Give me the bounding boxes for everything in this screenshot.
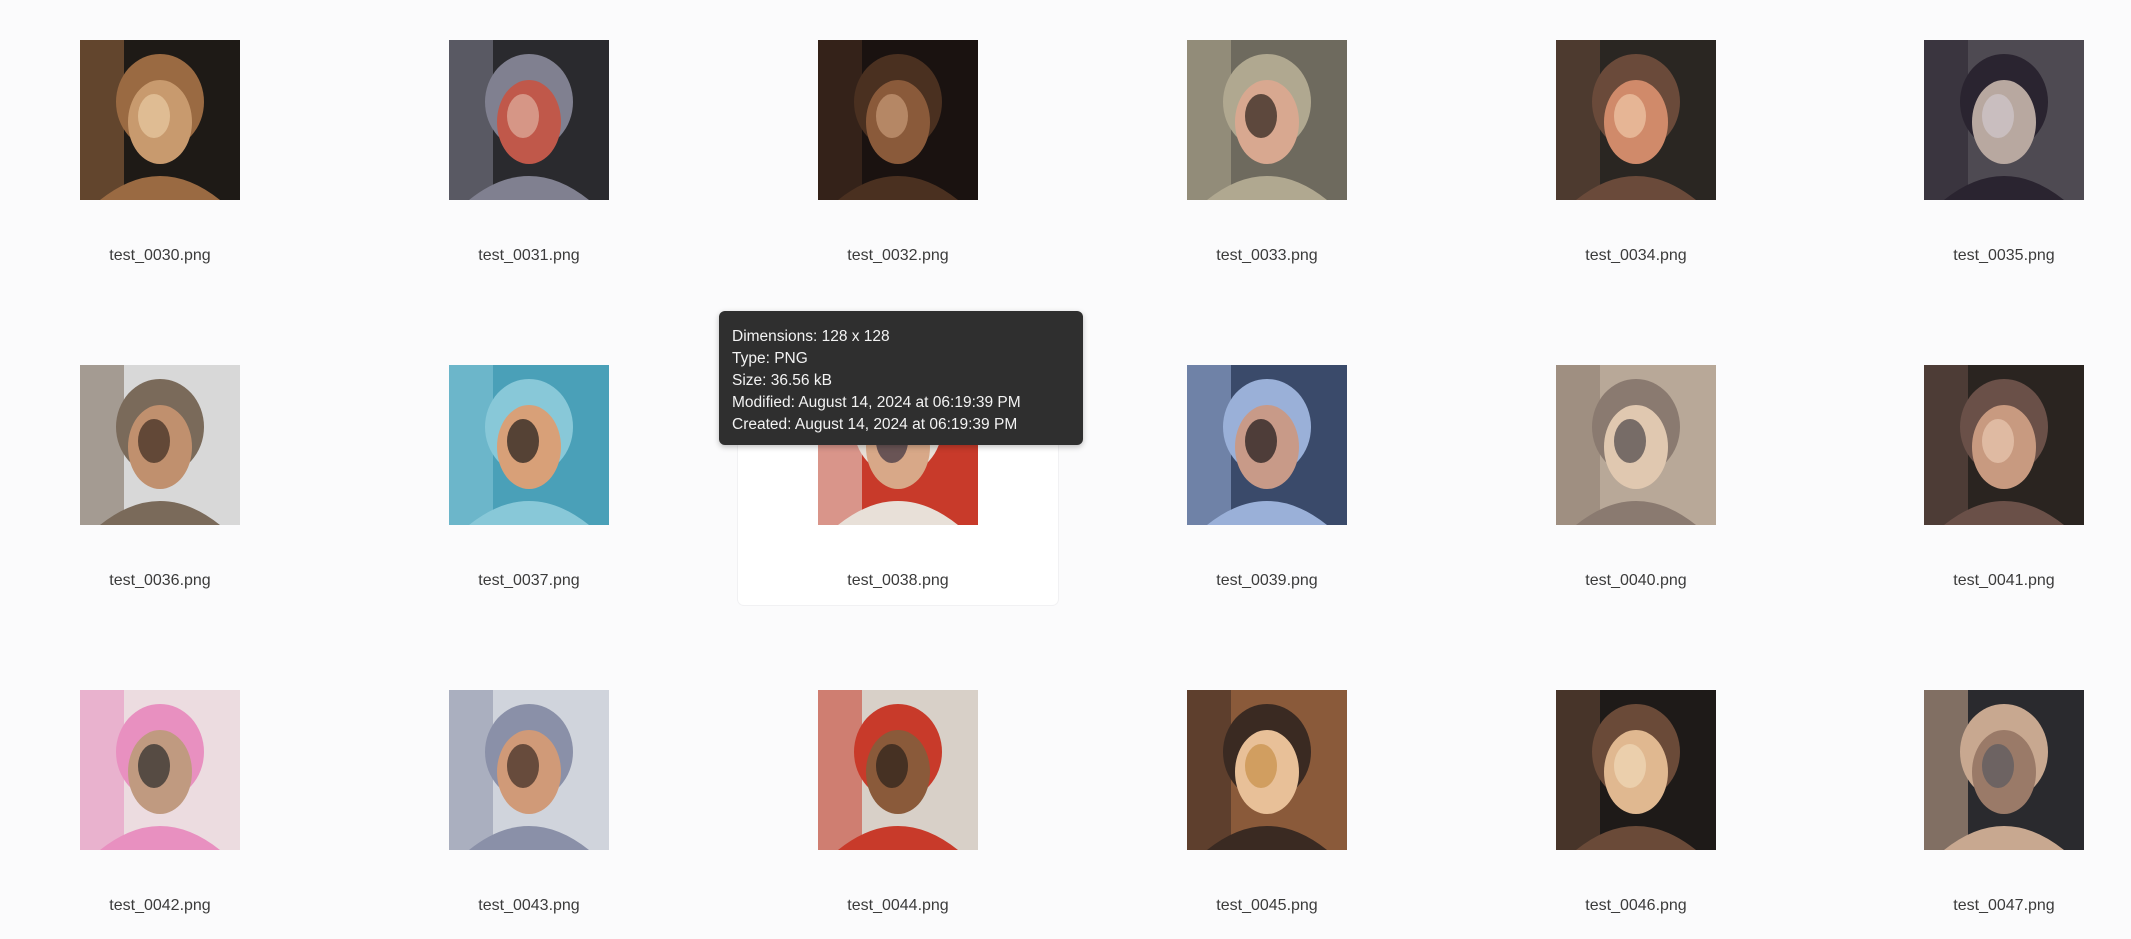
file-item[interactable]: test_0030.png <box>0 0 320 280</box>
file-name: test_0036.png <box>109 572 211 589</box>
tooltip-created: Created: August 14, 2024 at 06:19:39 PM <box>732 416 1018 433</box>
file-name: test_0039.png <box>1216 572 1318 589</box>
tooltip-size: Size: 36.56 kB <box>732 372 832 389</box>
file-name: test_0031.png <box>478 247 580 264</box>
file-name: test_0045.png <box>1216 897 1318 914</box>
file-item[interactable]: test_0039.png <box>1107 325 1427 605</box>
file-item[interactable]: test_0045.png <box>1107 650 1427 930</box>
file-item[interactable]: test_0044.png <box>738 650 1058 930</box>
file-thumbnail <box>1924 40 2084 200</box>
file-thumbnail <box>1556 40 1716 200</box>
file-name: test_0040.png <box>1585 572 1687 589</box>
file-name: test_0043.png <box>478 897 580 914</box>
file-name: test_0041.png <box>1953 572 2055 589</box>
file-item[interactable]: test_0035.png <box>1844 0 2131 280</box>
file-item[interactable]: test_0046.png <box>1476 650 1796 930</box>
file-name: test_0044.png <box>847 897 949 914</box>
file-thumbnail <box>449 40 609 200</box>
file-item[interactable]: test_0042.png <box>0 650 320 930</box>
file-name: test_0046.png <box>1585 897 1687 914</box>
file-thumbnail <box>80 690 240 850</box>
file-item[interactable]: test_0032.png <box>738 0 1058 280</box>
file-name: test_0042.png <box>109 897 211 914</box>
file-thumbnail <box>1556 365 1716 525</box>
file-thumbnail <box>449 690 609 850</box>
file-item[interactable]: test_0031.png <box>369 0 689 280</box>
file-thumbnail <box>818 690 978 850</box>
file-item[interactable]: test_0037.png <box>369 325 689 605</box>
file-item[interactable]: test_0040.png <box>1476 325 1796 605</box>
file-name: test_0037.png <box>478 572 580 589</box>
file-thumbnail <box>1924 365 2084 525</box>
tooltip-modified: Modified: August 14, 2024 at 06:19:39 PM <box>732 394 1021 411</box>
tooltip-dimensions: Dimensions: 128 x 128 <box>732 328 890 345</box>
file-name: test_0033.png <box>1216 247 1318 264</box>
file-item[interactable]: test_0041.png <box>1844 325 2131 605</box>
file-thumbnail <box>1187 40 1347 200</box>
file-name: test_0038.png <box>847 572 949 589</box>
file-thumbnail <box>1187 690 1347 850</box>
file-item[interactable]: test_0034.png <box>1476 0 1796 280</box>
tooltip-type: Type: PNG <box>732 350 808 367</box>
file-name: test_0032.png <box>847 247 949 264</box>
file-thumbnail <box>1556 690 1716 850</box>
file-thumbnail <box>1924 690 2084 850</box>
file-item[interactable]: test_0047.png <box>1844 650 2131 930</box>
file-name: test_0035.png <box>1953 247 2055 264</box>
file-thumbnail <box>80 365 240 525</box>
file-item[interactable]: test_0043.png <box>369 650 689 930</box>
file-name: test_0034.png <box>1585 247 1687 264</box>
file-name: test_0047.png <box>1953 897 2055 914</box>
file-item[interactable]: test_0036.png <box>0 325 320 605</box>
file-name: test_0030.png <box>109 247 211 264</box>
file-thumbnail <box>1187 365 1347 525</box>
file-thumbnail <box>818 40 978 200</box>
file-grid: test_0030.png test_0031.png test_0032.png t… <box>0 0 2131 939</box>
file-thumbnail <box>80 40 240 200</box>
file-item[interactable]: test_0033.png <box>1107 0 1427 280</box>
file-thumbnail <box>449 365 609 525</box>
file-info-tooltip: Dimensions: 128 x 128 Type: PNG Size: 36… <box>719 311 1083 445</box>
